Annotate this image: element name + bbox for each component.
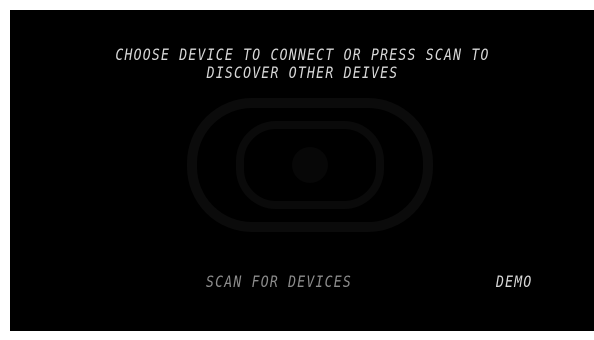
background-logo-watermark	[187, 98, 433, 232]
device-screen: CHOOSE DEVICE TO CONNECT OR PRESS SCAN T…	[10, 10, 594, 331]
prompt-line-1: CHOOSE DEVICE TO CONNECT OR PRESS SCAN T…	[115, 45, 490, 64]
scan-for-devices-button[interactable]: SCAN FOR DEVICES	[206, 268, 370, 294]
demo-button[interactable]: DEMO	[496, 268, 553, 294]
prompt-line-2: DISCOVER OTHER DEIVES	[206, 63, 399, 82]
connect-prompt: CHOOSE DEVICE TO CONNECT OR PRESS SCAN T…	[63, 46, 543, 82]
